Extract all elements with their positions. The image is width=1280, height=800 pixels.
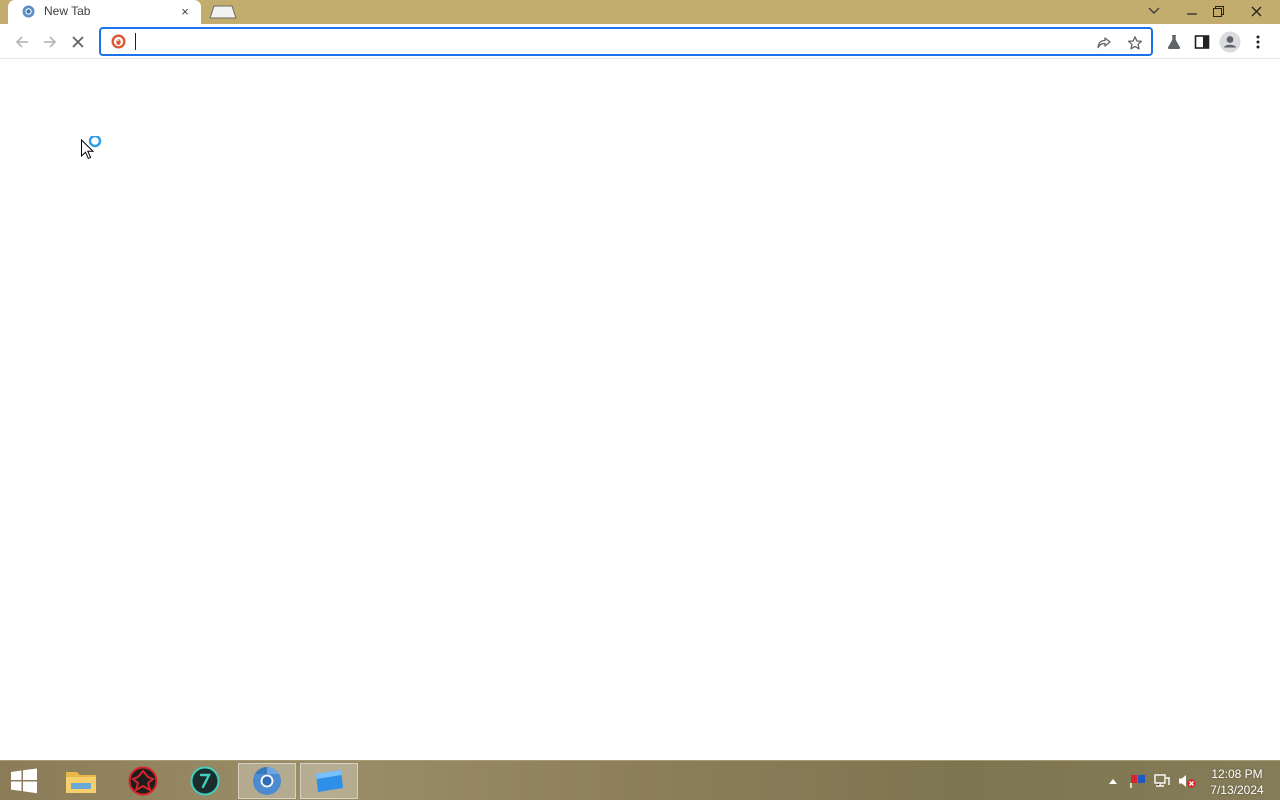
tab-close-icon[interactable]: × [178,5,192,19]
side-panel-icon [1194,35,1210,49]
address-input[interactable] [133,31,1073,52]
taskbar-green-clock-app[interactable] [176,763,234,799]
taskbar-clock[interactable]: 12:08 PM 7/13/2024 [1200,766,1274,798]
new-tab-button[interactable] [208,5,238,19]
profile-button[interactable] [1216,28,1244,56]
side-panel-button[interactable] [1188,28,1216,56]
labs-button[interactable] [1160,28,1188,56]
browser-titlebar: New Tab × [0,0,1280,24]
volume-muted-icon [1179,775,1196,788]
page-content[interactable] [0,60,1280,760]
tray-network-icon[interactable] [1152,771,1172,791]
minimize-button[interactable] [1178,0,1206,22]
desktop-screen: New Tab × 12:08 PM 7/13/2024 [0,0,1280,800]
stop-icon [72,36,84,48]
address-bar[interactable] [99,27,1153,56]
back-arrow-icon [15,36,28,48]
chevron-up-icon [1109,779,1117,784]
bookmark-button[interactable] [1123,31,1147,55]
duckduckgo-icon[interactable] [111,34,126,49]
menu-button[interactable] [1244,28,1272,56]
clock-date: 7/13/2024 [1210,783,1264,797]
red-shield-icon [128,766,158,796]
stop-loading-button[interactable] [64,28,92,56]
profile-avatar-icon [1219,31,1241,53]
blue-window-icon [316,770,343,792]
taskbar-blue-window-app[interactable] [300,763,358,799]
network-icon [1154,774,1170,787]
tray-security-icon[interactable] [1128,771,1148,791]
tab-new-tab[interactable]: New Tab × [8,0,201,24]
text-caret [135,33,136,50]
back-button[interactable] [8,28,36,56]
forward-button[interactable] [36,28,64,56]
tray-volume-muted-icon[interactable] [1176,771,1198,791]
taskbar-chromium[interactable] [238,763,296,799]
share-button[interactable] [1092,31,1116,55]
close-window-button[interactable] [1238,0,1274,22]
taskbar-file-explorer[interactable] [52,763,110,799]
show-hidden-icons-button[interactable] [1106,771,1120,791]
file-explorer-icon [66,772,96,793]
taskbar: 12:08 PM 7/13/2024 [0,760,1280,800]
restore-button[interactable] [1204,0,1232,22]
busy-cursor-icon [80,134,106,162]
flask-icon [1167,35,1181,49]
forward-arrow-icon [44,36,57,48]
start-button[interactable] [8,767,40,797]
share-icon [1097,37,1111,49]
browser-toolbar [0,24,1280,59]
kebab-menu-icon [1256,35,1260,49]
chromium-favicon-icon [22,5,35,18]
taskbar-red-shield-app[interactable] [114,763,172,799]
chromium-icon [253,767,281,795]
clock-time: 12:08 PM [1211,767,1263,781]
tab-title: New Tab [44,4,91,18]
star-icon [1127,36,1143,50]
flag-icon [1130,775,1145,788]
windows-logo-icon [11,768,37,794]
tab-search-button[interactable] [1140,0,1168,22]
green-circle-icon [190,766,220,796]
